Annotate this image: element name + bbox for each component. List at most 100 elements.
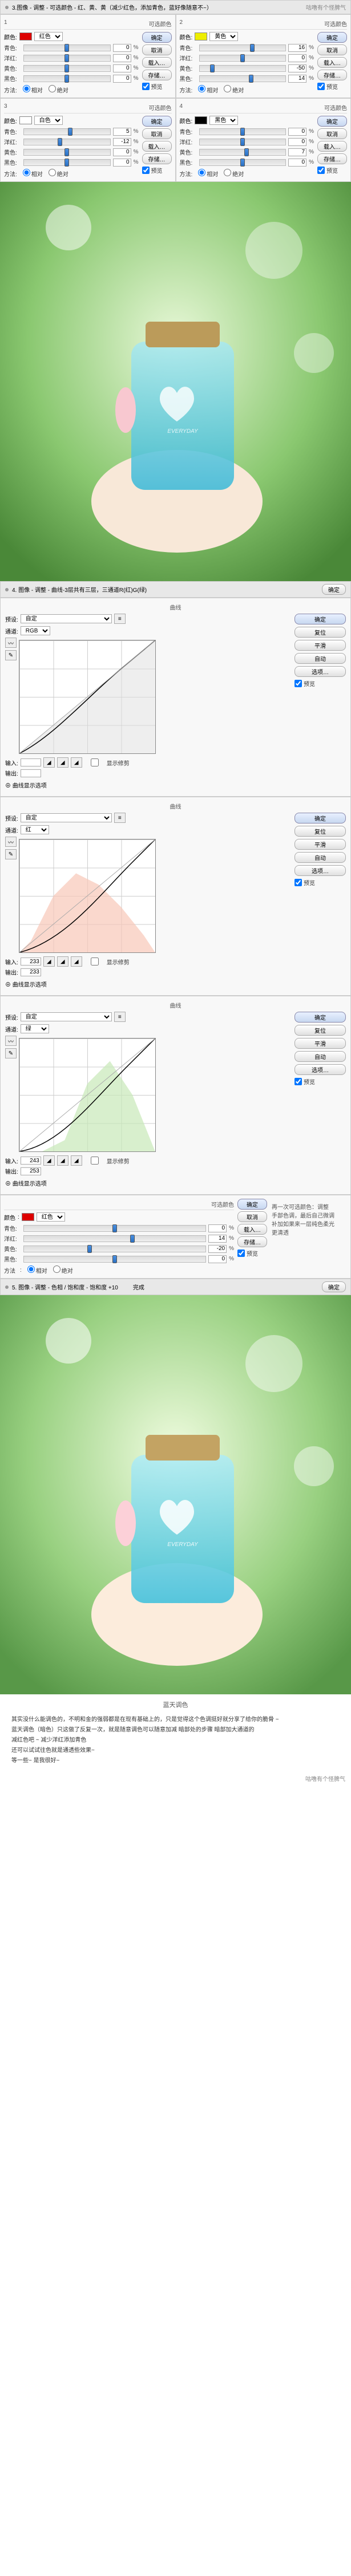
- 取消-button[interactable]: 取消: [142, 128, 172, 139]
- color-select[interactable]: 黑色: [209, 116, 238, 125]
- channel-select[interactable]: RGB: [21, 626, 50, 635]
- output-field[interactable]: [21, 968, 41, 976]
- curve-graph[interactable]: [19, 640, 156, 754]
- eyedropper-white-icon[interactable]: ◢: [71, 757, 82, 768]
- eyedropper-gray-icon[interactable]: ◢: [57, 1155, 68, 1166]
- curve-display-options[interactable]: ⊕ 曲线显示选项: [5, 980, 47, 988]
- relative-radio[interactable]: 相对: [197, 169, 218, 178]
- curve-display-options[interactable]: ⊕ 曲线显示选项: [5, 1179, 47, 1187]
- preview-checkbox[interactable]: 预览: [294, 1077, 346, 1086]
- slider-track[interactable]: [23, 159, 111, 166]
- slider-value[interactable]: [288, 75, 306, 83]
- menu-icon[interactable]: ≡: [114, 614, 126, 624]
- slider-value[interactable]: [288, 54, 306, 62]
- slider-track[interactable]: [199, 55, 287, 62]
- eyedropper-black-icon[interactable]: ◢: [43, 1155, 55, 1166]
- 平滑-button[interactable]: 平滑: [294, 839, 346, 850]
- 存储…-button[interactable]: 存储…: [142, 153, 172, 164]
- preset-select[interactable]: 自定: [21, 1012, 112, 1021]
- color-select[interactable]: 黄色: [209, 32, 238, 41]
- 存储…-button[interactable]: 存储…: [142, 70, 172, 80]
- slider-track[interactable]: [199, 128, 287, 135]
- preview-checkbox[interactable]: 预览: [317, 166, 347, 175]
- slider-value[interactable]: [288, 138, 306, 146]
- 取消-button[interactable]: 取消: [317, 44, 347, 55]
- output-field[interactable]: [21, 1167, 41, 1175]
- menu-icon[interactable]: ≡: [114, 1012, 126, 1022]
- slider-track[interactable]: [23, 128, 111, 135]
- absolute-radio[interactable]: 绝对: [223, 85, 244, 94]
- ok-button[interactable]: 确定: [322, 1281, 346, 1292]
- 平滑-button[interactable]: 平滑: [294, 640, 346, 651]
- 复位-button[interactable]: 复位: [294, 627, 346, 638]
- slider-track[interactable]: [23, 139, 111, 145]
- color-select[interactable]: 红色: [37, 1212, 65, 1222]
- slider-track[interactable]: [23, 1246, 206, 1252]
- slider-value[interactable]: [208, 1255, 227, 1263]
- slider-value[interactable]: [113, 75, 131, 83]
- 存储…-button[interactable]: 存储…: [237, 1236, 267, 1247]
- slider-track[interactable]: [199, 65, 287, 72]
- slider-value[interactable]: [113, 128, 131, 136]
- 载入…-button[interactable]: 载入…: [237, 1224, 267, 1235]
- 自动-button[interactable]: 自动: [294, 1051, 346, 1062]
- 复位-button[interactable]: 复位: [294, 1025, 346, 1036]
- slider-track[interactable]: [23, 75, 111, 82]
- 确定-button[interactable]: 确定: [294, 614, 346, 624]
- 载入…-button[interactable]: 载入…: [142, 57, 172, 68]
- 自动-button[interactable]: 自动: [294, 852, 346, 863]
- color-select[interactable]: 红色: [34, 32, 63, 41]
- relative-radio[interactable]: 相对: [22, 169, 43, 178]
- 确定-button[interactable]: 确定: [142, 116, 172, 127]
- slider-track[interactable]: [199, 75, 287, 82]
- relative-radio[interactable]: 相对: [22, 85, 43, 94]
- preview-checkbox[interactable]: 预览: [142, 166, 172, 175]
- slider-track[interactable]: [23, 1225, 206, 1232]
- slider-value[interactable]: [113, 148, 131, 156]
- preview-checkbox[interactable]: 预览: [237, 1249, 267, 1257]
- eyedropper-gray-icon[interactable]: ◢: [57, 956, 68, 967]
- slider-track[interactable]: [23, 65, 111, 72]
- eyedropper-gray-icon[interactable]: ◢: [57, 757, 68, 768]
- 选项…-button[interactable]: 选项…: [294, 666, 346, 677]
- slider-value[interactable]: [113, 64, 131, 72]
- color-select[interactable]: 白色: [34, 116, 63, 125]
- slider-track[interactable]: [23, 1235, 206, 1242]
- curve-graph[interactable]: [19, 839, 156, 953]
- 选项…-button[interactable]: 选项…: [294, 865, 346, 876]
- eyedropper-black-icon[interactable]: ◢: [43, 757, 55, 768]
- 自动-button[interactable]: 自动: [294, 653, 346, 664]
- input-field[interactable]: [21, 958, 41, 966]
- curve-tool-icon[interactable]: 〰: [5, 837, 17, 847]
- show-clipping-checkbox[interactable]: 显示修剪: [84, 1157, 130, 1165]
- 取消-button[interactable]: 取消: [317, 128, 347, 139]
- curve-display-options[interactable]: ⊕ 曲线显示选项: [5, 781, 47, 789]
- 存储…-button[interactable]: 存储…: [317, 70, 347, 80]
- slider-value[interactable]: [208, 1235, 227, 1243]
- slider-track[interactable]: [23, 1256, 206, 1263]
- show-clipping-checkbox[interactable]: 显示修剪: [84, 758, 130, 767]
- slider-value[interactable]: [288, 44, 306, 52]
- eyedropper-white-icon[interactable]: ◢: [71, 956, 82, 967]
- slider-track[interactable]: [199, 159, 287, 166]
- slider-value[interactable]: [288, 64, 306, 72]
- preview-checkbox[interactable]: 预览: [294, 878, 346, 887]
- preset-select[interactable]: 自定: [21, 813, 112, 822]
- eyedropper-white-icon[interactable]: ◢: [71, 1155, 82, 1166]
- 确定-button[interactable]: 确定: [317, 116, 347, 127]
- 存储…-button[interactable]: 存储…: [317, 153, 347, 164]
- relative-radio[interactable]: 相对: [197, 85, 218, 94]
- curve-tool-icon[interactable]: 〰: [5, 638, 17, 648]
- slider-track[interactable]: [199, 44, 287, 51]
- preview-checkbox[interactable]: 预览: [317, 82, 347, 91]
- input-field[interactable]: [21, 758, 41, 766]
- slider-value[interactable]: [208, 1245, 227, 1253]
- slider-value[interactable]: [208, 1224, 227, 1232]
- 确定-button[interactable]: 确定: [294, 1012, 346, 1023]
- 确定-button[interactable]: 确定: [294, 813, 346, 823]
- menu-icon[interactable]: ≡: [114, 813, 126, 823]
- pencil-tool-icon[interactable]: ✎: [5, 849, 17, 859]
- channel-select[interactable]: 绿: [21, 1024, 49, 1033]
- slider-track[interactable]: [23, 44, 111, 51]
- 确定-button[interactable]: 确定: [142, 32, 172, 43]
